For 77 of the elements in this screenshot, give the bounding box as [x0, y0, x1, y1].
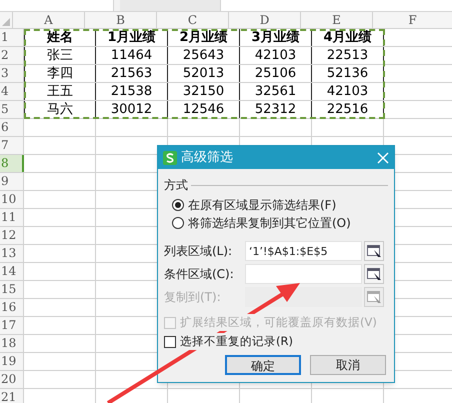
table-cell-text: 1月业绩 — [106, 29, 157, 46]
field-label: 条件区域(C): — [164, 266, 235, 283]
column-header[interactable]: A — [13, 12, 85, 28]
checkbox[interactable] — [164, 336, 176, 348]
row-header[interactable]: 11 — [0, 209, 24, 226]
radio-button[interactable] — [172, 199, 184, 211]
row-header[interactable]: 8 — [0, 155, 24, 172]
row-header[interactable]: 5 — [0, 101, 24, 118]
row-header[interactable]: 20 — [0, 371, 24, 388]
range-input-field[interactable] — [245, 264, 362, 284]
field-label: 列表区域(L): — [164, 243, 234, 260]
column-header[interactable]: E — [301, 12, 373, 28]
group-label: 方式 — [164, 177, 188, 194]
table-cell-text: 姓名 — [46, 29, 74, 46]
radio-label: 在原有区域显示筛选结果(F) — [188, 197, 336, 214]
range-select-icon — [366, 268, 382, 280]
corner-triangle-icon — [2, 18, 10, 26]
row-header[interactable]: 15 — [0, 281, 24, 298]
checkbox-label: 选择不重复的记录(R) — [180, 332, 293, 350]
row-header[interactable]: 13 — [0, 245, 24, 262]
row-header[interactable]: 17 — [0, 317, 24, 334]
table-cell-text: 52312 — [254, 101, 298, 118]
column-header[interactable]: D — [229, 12, 301, 28]
range-input-field[interactable]: ‘1’!$A$1:$E$5 — [245, 241, 362, 261]
range-picker-button[interactable] — [364, 264, 384, 284]
table-cell-text: 30012 — [110, 101, 154, 118]
table-cell-text: 42103 — [326, 83, 370, 100]
column-header[interactable]: C — [157, 12, 229, 28]
range-select-icon — [366, 290, 382, 304]
close-icon[interactable] — [377, 152, 389, 164]
table-cell-text: 25106 — [254, 65, 298, 82]
table-cell-text: 张三 — [46, 47, 74, 64]
row-header[interactable]: 10 — [0, 191, 24, 208]
table-cell-text: 32561 — [254, 83, 298, 100]
range-select-icon — [366, 244, 382, 258]
table-cell-text: 李四 — [46, 65, 74, 82]
radio-button[interactable] — [172, 217, 184, 229]
window-title: 高级筛选 — [181, 148, 234, 167]
table-cell-text: 22516 — [326, 101, 370, 118]
dialog-button[interactable]: 确定 — [225, 355, 301, 375]
field-label: 复制到(T): — [164, 289, 222, 306]
row-header[interactable]: 6 — [0, 119, 24, 136]
table-cell-text: 3月业绩 — [250, 29, 301, 46]
table-cell-text: 21563 — [110, 65, 154, 82]
table-cell-text: 马六 — [46, 101, 74, 118]
column-header[interactable]: F — [373, 12, 452, 28]
row-header[interactable]: 7 — [0, 137, 24, 154]
row-header[interactable]: 12 — [0, 227, 24, 244]
table-cell-text: 12546 — [182, 101, 226, 118]
row-header[interactable]: 2 — [0, 47, 24, 64]
row-header[interactable]: 14 — [0, 263, 24, 280]
table-cell-text: 11464 — [110, 47, 154, 64]
table-cell-text: 52136 — [326, 65, 370, 82]
row-header[interactable]: 3 — [0, 65, 24, 82]
table-cell-text: 22513 — [326, 47, 370, 64]
table-cell-text: 2月业绩 — [178, 29, 229, 46]
table-cell-text: 32150 — [182, 83, 226, 100]
column-header[interactable]: B — [85, 12, 157, 28]
table-cell-text: 52013 — [182, 65, 226, 82]
select-all-corner[interactable] — [0, 12, 13, 28]
table-cell-text: 4月业绩 — [322, 29, 373, 46]
table-cell-text: 42103 — [254, 47, 298, 64]
app-logo-icon — [163, 150, 177, 164]
row-header[interactable]: 21 — [0, 389, 24, 403]
radio-label: 将筛选结果复制到其它位置(O) — [188, 215, 351, 232]
row-header[interactable]: 4 — [0, 83, 24, 100]
dialog-button[interactable]: 取消 — [310, 355, 386, 375]
checkbox-label: 扩展结果区域，可能覆盖原有数据(V) — [180, 314, 377, 332]
table-cell-text: 25643 — [182, 47, 226, 64]
table-cell-text: 21538 — [110, 83, 154, 100]
table-cell-text: 王五 — [46, 83, 74, 100]
row-header[interactable]: 19 — [0, 353, 24, 370]
range-picker-button[interactable] — [364, 241, 384, 261]
row-header[interactable]: 9 — [0, 173, 24, 190]
row-header[interactable]: 16 — [0, 299, 24, 316]
row-header[interactable]: 1 — [0, 29, 24, 46]
row-header[interactable]: 18 — [0, 335, 24, 352]
